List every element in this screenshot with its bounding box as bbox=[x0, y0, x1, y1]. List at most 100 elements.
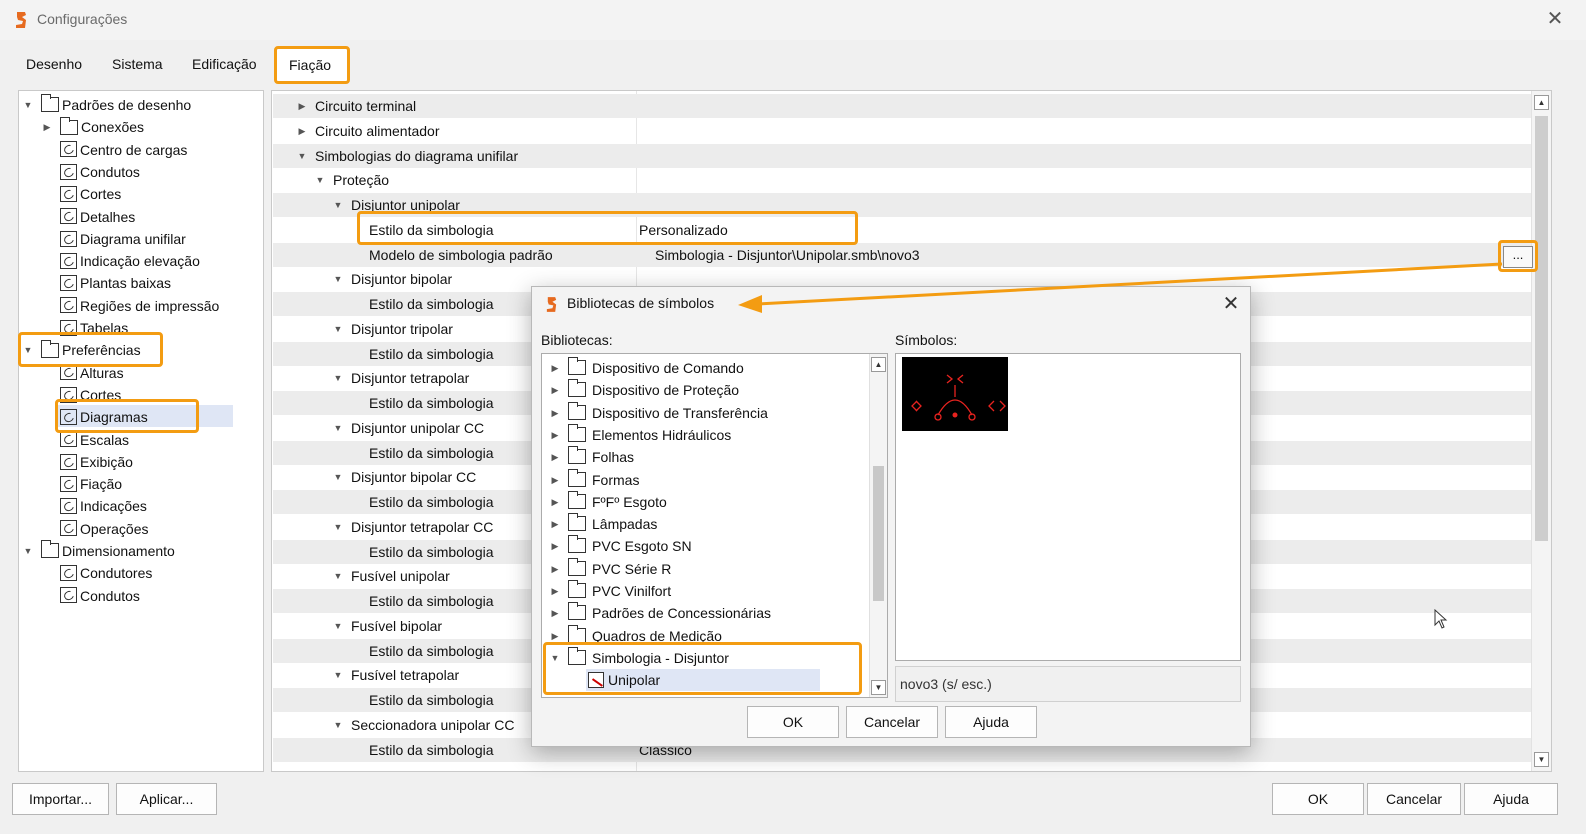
scroll-down-icon[interactable]: ▼ bbox=[871, 680, 886, 695]
settings-page-icon bbox=[60, 498, 77, 515]
library-list-scrollbar[interactable]: ▲ ▼ bbox=[869, 354, 887, 697]
tree-item[interactable]: Plantas baixas bbox=[60, 272, 171, 294]
tree-item[interactable]: Padrões de desenho bbox=[41, 94, 191, 116]
tree-item[interactable]: Dimensionamento bbox=[41, 540, 175, 562]
collapse-arrow-icon[interactable]: ▼ bbox=[297, 144, 307, 168]
expand-arrow-icon[interactable]: ▶ bbox=[297, 94, 307, 118]
dialog-cancel-button[interactable]: Cancelar bbox=[846, 706, 938, 738]
apply-button[interactable]: Aplicar... bbox=[116, 783, 217, 815]
dialog-ok-button[interactable]: OK bbox=[747, 706, 839, 738]
tree-item[interactable]: Indicação elevação bbox=[60, 250, 200, 272]
import-button[interactable]: Importar... bbox=[12, 783, 109, 815]
expand-arrow-icon[interactable]: ▶ bbox=[42, 116, 52, 138]
property-name: Disjuntor bipolar CC bbox=[351, 469, 477, 486]
expand-arrow-icon[interactable]: ▶ bbox=[550, 469, 560, 491]
property-row[interactable]: ▼ Simbologias do diagrama unifilar bbox=[273, 143, 1531, 168]
expand-arrow-icon[interactable]: ▶ bbox=[550, 424, 560, 446]
property-row[interactable]: Modelo de simbologia padrão Simbologia - … bbox=[273, 242, 1531, 267]
tab-fiacao[interactable]: Fiação bbox=[274, 46, 350, 84]
expand-arrow-icon[interactable]: ▶ bbox=[297, 119, 307, 143]
library-folder[interactable]: ▶ Padrões de Concessionárias bbox=[542, 602, 870, 624]
expand-arrow-icon[interactable]: ▶ bbox=[550, 558, 560, 580]
scroll-up-icon[interactable]: ▲ bbox=[1534, 95, 1549, 110]
window-close-icon[interactable]: ✕ bbox=[1540, 6, 1570, 34]
tree-item[interactable]: Centro de cargas bbox=[60, 139, 187, 161]
collapse-arrow-icon[interactable]: ▼ bbox=[23, 540, 33, 562]
tree-item[interactable]: Detalhes bbox=[60, 206, 135, 228]
library-item-label: Dispositivo de Comando bbox=[592, 360, 744, 376]
tree-item[interactable]: Condutores bbox=[60, 562, 152, 584]
tab-desenho[interactable]: Desenho bbox=[14, 48, 94, 80]
help-button[interactable]: Ajuda bbox=[1464, 783, 1558, 815]
collapse-arrow-icon[interactable]: ▼ bbox=[333, 515, 343, 539]
library-folder[interactable]: ▶ PVC Vinilfort bbox=[542, 580, 870, 602]
collapse-arrow-icon[interactable]: ▼ bbox=[333, 663, 343, 687]
library-folder[interactable]: ▶ PVC Esgoto SN bbox=[542, 535, 870, 557]
dialog-help-button[interactable]: Ajuda bbox=[945, 706, 1037, 738]
expand-arrow-icon[interactable]: ▶ bbox=[550, 357, 560, 379]
tree-item[interactable]: Indicações bbox=[60, 495, 147, 517]
tree-item[interactable]: Exibição bbox=[60, 451, 133, 473]
tree-item[interactable]: Diagrama unifilar bbox=[60, 228, 186, 250]
scroll-down-icon[interactable]: ▼ bbox=[1534, 752, 1549, 767]
expand-arrow-icon[interactable]: ▶ bbox=[550, 446, 560, 468]
tree-item[interactable]: Conexões bbox=[60, 116, 144, 138]
expand-arrow-icon[interactable]: ▶ bbox=[550, 379, 560, 401]
library-folder[interactable]: ▶ Dispositivo de Proteção bbox=[542, 379, 870, 401]
scrollbar-thumb[interactable] bbox=[1535, 116, 1548, 541]
library-item-label: Dispositivo de Proteção bbox=[592, 382, 740, 399]
collapse-arrow-icon[interactable]: ▼ bbox=[333, 317, 343, 341]
library-folder[interactable]: ▶ Dispositivo de Comando bbox=[542, 357, 870, 379]
tree-item[interactable]: Escalas bbox=[60, 429, 129, 451]
collapse-arrow-icon[interactable]: ▼ bbox=[333, 614, 343, 638]
expand-arrow-icon[interactable]: ▶ bbox=[550, 402, 560, 424]
expand-arrow-icon[interactable]: ▶ bbox=[550, 580, 560, 602]
collapse-arrow-icon[interactable]: ▼ bbox=[315, 168, 325, 192]
library-folder[interactable]: ▶ Lâmpadas bbox=[542, 513, 870, 535]
symbol-thumbnail-novo3[interactable] bbox=[902, 357, 1008, 431]
collapse-arrow-icon[interactable]: ▼ bbox=[23, 94, 33, 116]
settings-page-icon bbox=[60, 275, 77, 292]
dialog-close-icon[interactable]: ✕ bbox=[1216, 290, 1246, 318]
collapse-arrow-icon[interactable]: ▼ bbox=[333, 713, 343, 737]
property-grid-scrollbar[interactable]: ▲ ▼ bbox=[1531, 91, 1551, 771]
symbol-name-field: novo3 (s/ esc.) bbox=[895, 666, 1241, 702]
tree-item[interactable]: Condutos bbox=[60, 585, 140, 607]
tab-edificacao[interactable]: Edificação bbox=[180, 48, 269, 80]
cancel-button[interactable]: Cancelar bbox=[1367, 783, 1461, 815]
library-folder[interactable]: ▶ Formas bbox=[542, 468, 870, 491]
library-folder[interactable]: ▶ Dispositivo de Transferência bbox=[542, 401, 870, 424]
expand-arrow-icon[interactable]: ▶ bbox=[550, 491, 560, 513]
expand-arrow-icon[interactable]: ▶ bbox=[550, 535, 560, 557]
tree-item[interactable]: Condutos bbox=[60, 161, 140, 183]
property-value[interactable]: Simbologia - Disjuntor\Unipolar.smb\novo… bbox=[655, 243, 920, 267]
tree-item[interactable]: Operações bbox=[60, 518, 148, 540]
property-name: Disjuntor unipolar CC bbox=[351, 419, 485, 436]
property-row[interactable]: ▶ Circuito alimentador bbox=[273, 119, 1531, 143]
property-name: Estilo da simbologia bbox=[369, 692, 494, 708]
scroll-up-icon[interactable]: ▲ bbox=[871, 357, 886, 372]
library-folder[interactable]: ▶ Elementos Hidráulicos bbox=[542, 423, 870, 446]
collapse-arrow-icon[interactable]: ▼ bbox=[333, 366, 343, 390]
tree-item-label: Conexões bbox=[81, 119, 145, 136]
ok-button[interactable]: OK bbox=[1272, 783, 1364, 815]
settings-tree: ▼ Padrões de desenho ▶ Conexões Centro de ca… bbox=[18, 90, 264, 772]
tree-item[interactable]: Cortes bbox=[60, 183, 121, 205]
library-folder[interactable]: ▶ PVC Série R bbox=[542, 557, 870, 580]
collapse-arrow-icon[interactable]: ▼ bbox=[333, 416, 343, 440]
collapse-arrow-icon[interactable]: ▼ bbox=[333, 465, 343, 489]
scrollbar-thumb[interactable] bbox=[873, 466, 884, 601]
property-row[interactable]: ▶ Circuito terminal bbox=[273, 94, 1531, 118]
tree-item[interactable]: Fiação bbox=[60, 473, 122, 495]
library-folder[interactable]: ▶ Folhas bbox=[542, 446, 870, 468]
collapse-arrow-icon[interactable]: ▼ bbox=[333, 193, 343, 217]
expand-arrow-icon[interactable]: ▶ bbox=[550, 513, 560, 535]
tree-item[interactable]: Regiões de impressão bbox=[60, 295, 219, 317]
tab-sistema[interactable]: Sistema bbox=[100, 48, 175, 80]
highlight-preferencias bbox=[18, 332, 163, 367]
collapse-arrow-icon[interactable]: ▼ bbox=[333, 564, 343, 588]
library-folder[interactable]: ▶ FºFº Esgoto bbox=[542, 490, 870, 513]
property-row[interactable]: ▼ Proteção bbox=[273, 168, 1531, 192]
collapse-arrow-icon[interactable]: ▼ bbox=[333, 267, 343, 291]
expand-arrow-icon[interactable]: ▶ bbox=[550, 602, 560, 624]
